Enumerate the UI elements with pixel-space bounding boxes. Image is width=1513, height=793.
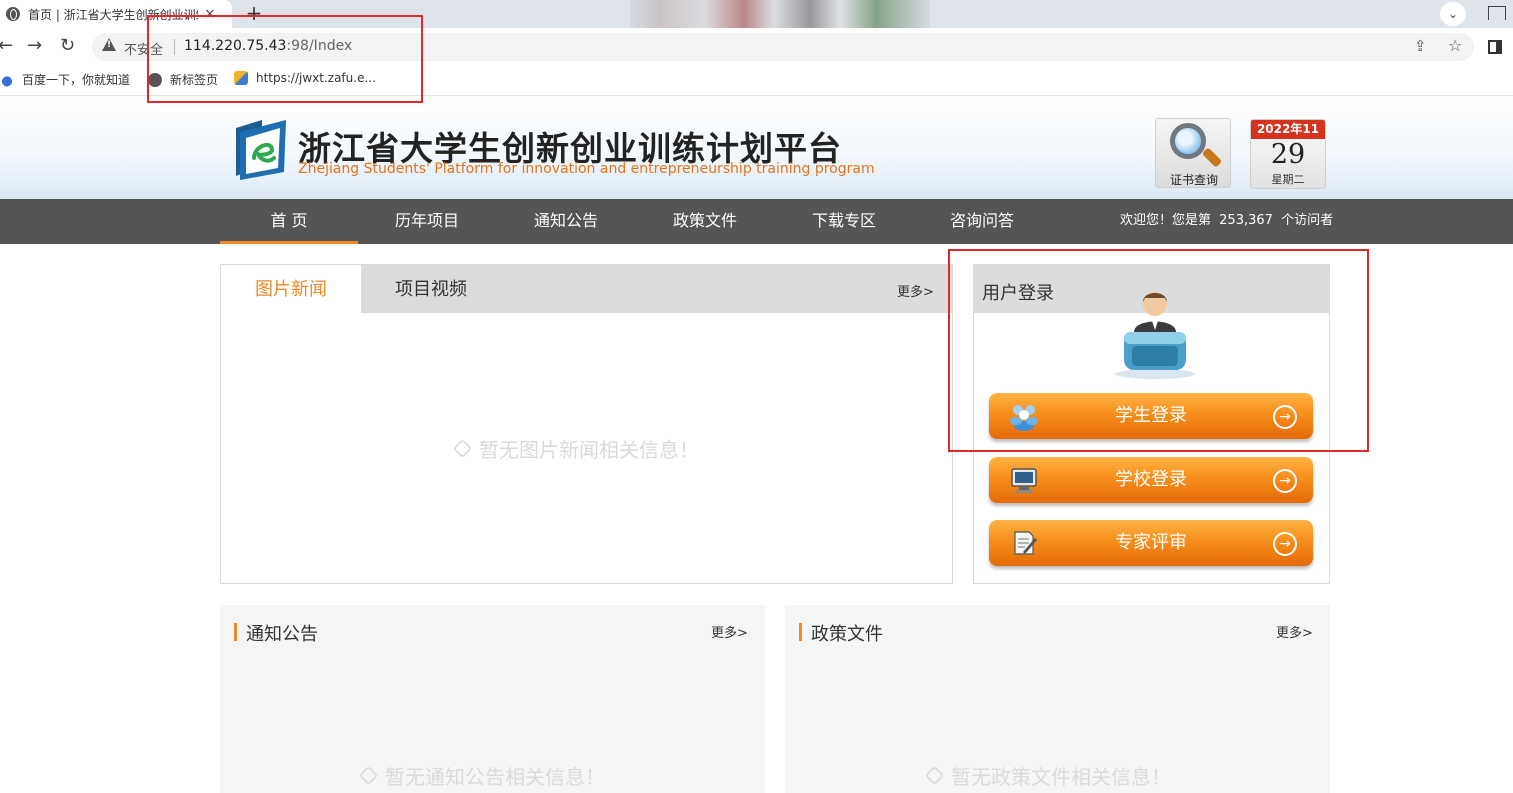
arrow-circle-icon: → [1273,469,1297,493]
policies-empty-text: 暂无政策文件相关信息！ [951,765,1171,789]
policies-more-link[interactable]: 更多> [1276,622,1313,641]
empty-cube-icon [358,765,379,786]
calendar-month: 2022年11月 [1251,120,1325,155]
policies-title: 政策文件 [811,624,883,645]
magnifier-handle [1201,147,1223,168]
school-login-label: 学校登录 [1115,469,1187,490]
nav-item-downloads[interactable]: 下载专区 [775,199,913,244]
picture-news-panel: 图片新闻 项目视频 更多> [220,264,953,584]
tabstrip-background-art [630,0,930,28]
visitor-suffix: 个访问者 [1281,213,1334,228]
platform-logo-icon[interactable] [232,118,290,182]
notices-more-link[interactable]: 更多> [711,622,748,641]
news-more-link[interactable]: 更多> [897,281,934,300]
notices-empty-message: 暂无通知公告相关信息！ [358,761,605,790]
certificate-query-label: 证书查询 [1169,173,1218,187]
notices-empty-text: 暂无通知公告相关信息！ [385,765,605,789]
empty-cube-icon [452,438,473,459]
notices-accent-bar [234,623,237,641]
school-login-button[interactable]: 学校登录 → [989,457,1313,503]
visitor-count: 253,367 [1219,213,1273,228]
news-tabs: 图片新闻 项目视频 更多> [221,265,952,313]
bookmark-baidu[interactable]: 百度一下，你就知道 [0,71,130,88]
tab-search-button[interactable]: ⌄ [1440,2,1466,26]
news-empty-message: 暂无图片新闻相关信息！ [452,434,699,463]
back-arrow-icon[interactable]: ← [0,36,13,56]
calendar-weekday: 星期二 [1271,173,1305,186]
certificate-query-button[interactable]: 证书查询 [1155,118,1231,188]
expert-review-button[interactable]: 专家评审 → [989,520,1313,566]
annotation-box-login [948,249,1369,452]
tab-favicon-globe-icon [6,7,20,21]
news-empty-text: 暂无图片新闻相关信息！ [479,438,699,462]
visitor-prefix: 欢迎您！您是第 [1120,213,1212,228]
expert-review-label: 专家评审 [1115,532,1187,553]
warning-triangle-icon[interactable] [102,38,116,51]
reload-icon[interactable]: ↻ [60,36,75,56]
nav-item-qa[interactable]: 咨询问答 [913,199,1051,244]
policies-empty-message: 暂无政策文件相关信息！ [924,761,1171,790]
empty-cube-icon [924,765,945,786]
tab-picture-news[interactable]: 图片新闻 [221,265,361,313]
share-icon[interactable]: ⇪ [1414,37,1427,55]
nav-item-past-projects[interactable]: 历年项目 [358,199,496,244]
baidu-icon [0,72,14,87]
bookmark-star-icon[interactable]: ☆ [1448,36,1462,55]
forward-arrow-icon[interactable]: → [27,36,42,56]
nav-item-policies[interactable]: 政策文件 [636,199,774,244]
main-nav: 首 页 历年项目 通知公告 政策文件 下载专区 咨询问答 欢迎您！您是第 253… [0,199,1513,244]
tab-project-videos[interactable]: 项目视频 [361,265,501,313]
notices-title: 通知公告 [246,624,318,645]
annotation-box-address [147,15,423,103]
side-panel-icon[interactable] [1488,40,1502,54]
calendar-widget: 2022年11月 29 星期二 [1250,119,1326,189]
calendar-day: 29 [1270,139,1306,170]
arrow-circle-icon: → [1273,532,1297,556]
magnifier-icon [1170,123,1206,159]
window-control-icon[interactable] [1488,6,1506,20]
visitor-counter: 欢迎您！您是第 253,367 个访问者 [1120,199,1333,243]
bookmark-label: 百度一下，你就知道 [22,73,131,87]
nav-item-home[interactable]: 首 页 [220,199,358,244]
nav-item-notices[interactable]: 通知公告 [497,199,635,244]
site-subtitle: Zhejiang Students' Platform for innovati… [298,161,875,177]
policies-accent-bar [799,623,802,641]
